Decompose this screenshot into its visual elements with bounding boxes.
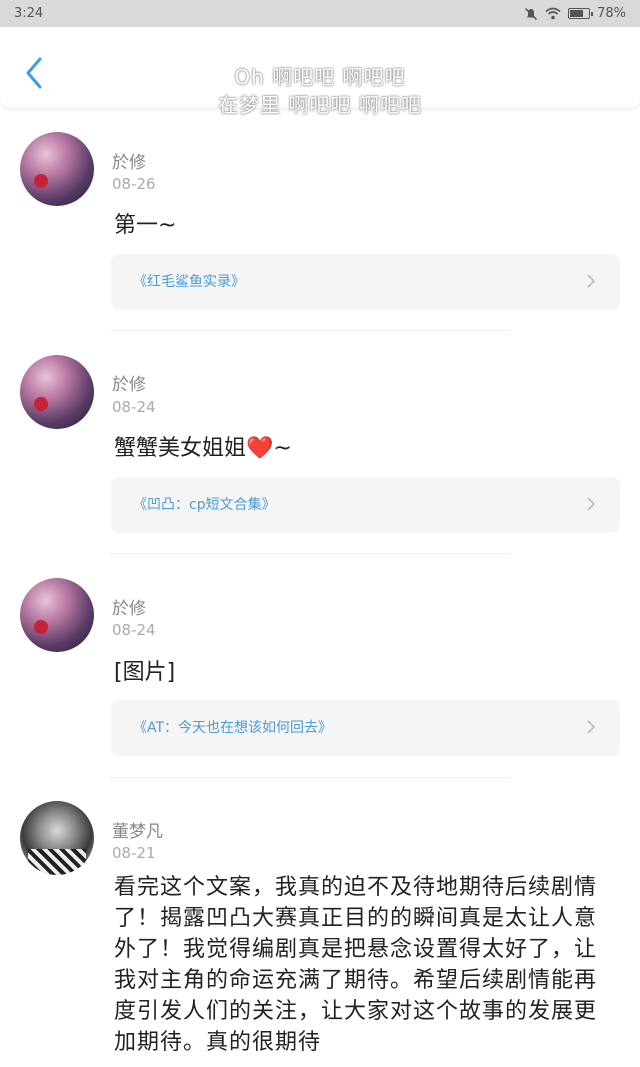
- page-title: Oh 啊吧吧 啊吧吧 在梦里 啊吧吧 啊吧吧: [140, 63, 500, 119]
- avatar[interactable]: [20, 801, 94, 875]
- username[interactable]: 董梦凡: [112, 817, 163, 842]
- title-line-2: 在梦里 啊吧吧 啊吧吧: [218, 93, 422, 117]
- wifi-icon: [545, 7, 561, 20]
- title-line-1: Oh 啊吧吧 啊吧吧: [234, 65, 406, 89]
- divider: [110, 777, 510, 778]
- back-arrow-icon[interactable]: [20, 55, 50, 91]
- comment-text: 蟹蟹美女姐姐❤️~: [114, 436, 292, 461]
- status-time: 3:24: [14, 6, 44, 21]
- chevron-right-icon: [587, 497, 596, 511]
- work-link-card[interactable]: 《凹凸：cp短文合集》: [111, 477, 620, 533]
- comment-date: 08-21: [112, 844, 156, 862]
- battery-icon: [568, 8, 594, 19]
- divider: [110, 330, 510, 331]
- chevron-right-icon: [587, 274, 596, 288]
- chevron-right-icon: [587, 720, 596, 734]
- avatar[interactable]: [20, 355, 94, 429]
- username[interactable]: 於修: [112, 148, 146, 173]
- navigation-bar: Oh 啊吧吧 啊吧吧 在梦里 啊吧吧 啊吧吧: [0, 27, 640, 117]
- avatar[interactable]: [20, 578, 94, 652]
- comment-date: 08-24: [112, 398, 156, 416]
- divider: [110, 553, 510, 554]
- comment-date: 08-26: [112, 175, 156, 193]
- avatar[interactable]: [20, 132, 94, 206]
- work-link-card[interactable]: 《AT：今天也在想该如何回去》: [111, 700, 620, 756]
- work-link-card[interactable]: 《红毛鲨鱼实录》: [111, 254, 620, 310]
- comment-date: 08-24: [112, 621, 156, 639]
- username[interactable]: 於修: [112, 370, 146, 395]
- status-bar: 3:24 78%: [0, 0, 640, 27]
- comment-text: 看完这个文案，我真的迫不及待地期待后续剧情了！揭露凹凸大赛真正目的的瞬间真是太让…: [114, 875, 598, 1055]
- username[interactable]: 於修: [112, 594, 146, 619]
- work-title: 《红毛鲨鱼实录》: [133, 274, 245, 290]
- mute-icon: [525, 7, 538, 20]
- work-title: 《凹凸：cp短文合集》: [133, 497, 276, 513]
- status-icons: 78%: [524, 6, 626, 21]
- comment-text: 第一~: [114, 213, 177, 238]
- work-title: 《AT：今天也在想该如何回去》: [133, 720, 333, 736]
- battery-percent: 78%: [597, 6, 626, 21]
- comment-text: [图片]: [114, 660, 176, 685]
